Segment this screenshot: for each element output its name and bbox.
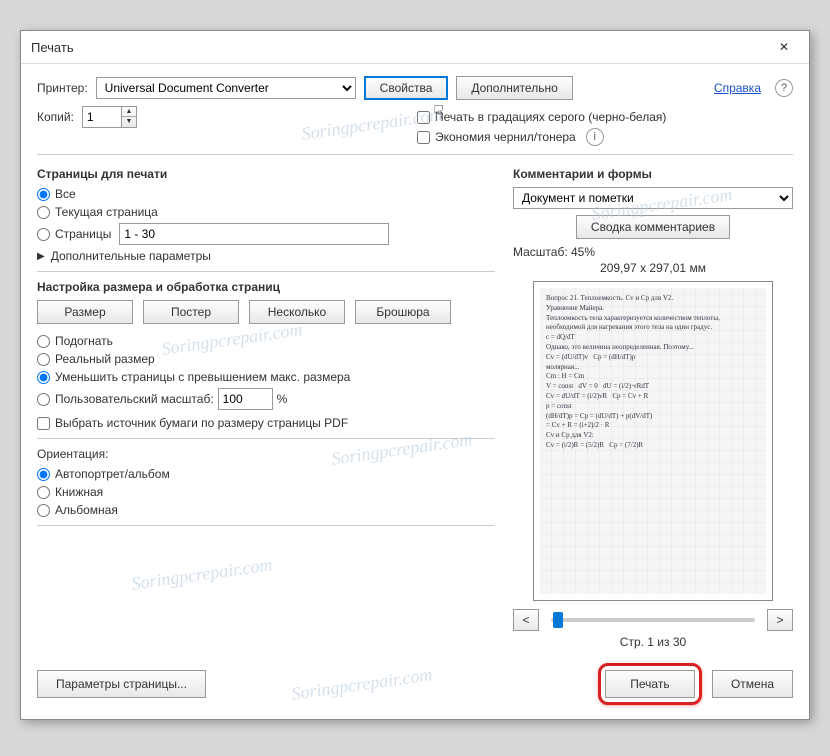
dialog-title: Печать xyxy=(31,40,769,55)
close-icon: ✕ xyxy=(779,40,789,54)
radio-portrait-label: Книжная xyxy=(55,485,103,499)
slider-thumb[interactable] xyxy=(553,612,563,628)
paper-source-label: Выбрать источник бумаги по размеру стран… xyxy=(55,416,348,430)
radio-pages[interactable] xyxy=(37,228,50,241)
custom-scale-input[interactable] xyxy=(218,388,273,410)
help-link[interactable]: Справка xyxy=(714,81,761,95)
comments-header: Комментарии и формы xyxy=(513,167,793,181)
radio-auto-label: Автопортрет/альбом xyxy=(55,467,170,481)
copies-spinner[interactable]: ▲ ▼ xyxy=(122,106,137,128)
size-button[interactable]: Размер xyxy=(37,300,133,324)
radio-current-label: Текущая страница xyxy=(55,205,158,219)
more-params-label: Дополнительные параметры xyxy=(51,249,211,263)
dimensions-label: 209,97 x 297,01 мм xyxy=(513,261,793,275)
next-page-button[interactable]: > xyxy=(767,609,793,631)
percent-label: % xyxy=(277,392,288,406)
paper-source-checkbox[interactable] xyxy=(37,417,50,430)
prev-page-button[interactable]: < xyxy=(513,609,539,631)
radio-auto-orient[interactable] xyxy=(37,468,50,481)
page-setup-button[interactable]: Параметры страницы... xyxy=(37,670,206,698)
orientation-label: Ориентация: xyxy=(37,447,495,461)
pages-header: Страницы для печати xyxy=(37,167,495,181)
preview-area: Вопрос 21. Теплоемкость. Cv и Cp для V2.… xyxy=(533,281,773,601)
printer-select[interactable]: Universal Document Converter xyxy=(96,77,356,99)
properties-button[interactable]: Свойства xyxy=(364,76,449,100)
scale-label: Масштаб: 45% xyxy=(513,245,793,259)
radio-fit[interactable] xyxy=(37,335,50,348)
cancel-button[interactable]: Отмена xyxy=(712,670,793,698)
print-button-highlight: Печать xyxy=(598,663,702,705)
pages-range-input[interactable] xyxy=(119,223,389,245)
chevron-up-icon[interactable]: ▲ xyxy=(122,107,136,117)
grayscale-checkbox[interactable] xyxy=(417,111,430,124)
more-params-expander[interactable]: ▶ Дополнительные параметры xyxy=(37,249,495,263)
radio-actual-label: Реальный размер xyxy=(55,352,155,366)
info-icon[interactable]: i xyxy=(586,128,604,146)
close-button[interactable]: ✕ xyxy=(769,37,799,57)
summary-button[interactable]: Сводка комментариев xyxy=(576,215,730,239)
page-indicator: Стр. 1 из 30 xyxy=(513,635,793,649)
radio-all-label: Все xyxy=(55,187,76,201)
poster-button[interactable]: Постер xyxy=(143,300,239,324)
radio-all[interactable] xyxy=(37,188,50,201)
ink-save-checkbox[interactable] xyxy=(417,131,430,144)
size-header: Настройка размера и обработка страниц xyxy=(37,280,495,294)
copies-input[interactable] xyxy=(82,106,122,128)
comments-select[interactable]: Документ и пометки xyxy=(513,187,793,209)
copies-label: Копий: xyxy=(37,110,74,124)
multiple-button[interactable]: Несколько xyxy=(249,300,345,324)
radio-shrink[interactable] xyxy=(37,371,50,384)
advanced-button[interactable]: Дополнительно xyxy=(456,76,572,100)
radio-portrait[interactable] xyxy=(37,486,50,499)
help-icon[interactable]: ? xyxy=(775,79,793,97)
radio-fit-label: Подогнать xyxy=(55,334,113,348)
chevron-down-icon[interactable]: ▼ xyxy=(122,117,136,127)
page-slider[interactable] xyxy=(551,618,755,622)
radio-shrink-label: Уменьшить страницы с превышением макс. р… xyxy=(55,370,350,384)
print-button[interactable]: Печать xyxy=(605,670,695,698)
triangle-right-icon: ▶ xyxy=(37,251,45,262)
print-dialog: Печать ✕ ☟ Soringpcrepair.com Soringpcre… xyxy=(20,30,810,720)
radio-custom-label: Пользовательский масштаб: xyxy=(55,392,214,406)
ink-save-label: Экономия чернил/тонера xyxy=(435,130,576,144)
booklet-button[interactable]: Брошюра xyxy=(355,300,451,324)
radio-current[interactable] xyxy=(37,206,50,219)
radio-actual[interactable] xyxy=(37,353,50,366)
radio-landscape-label: Альбомная xyxy=(55,503,118,517)
radio-pages-label: Страницы xyxy=(55,227,111,241)
preview-page: Вопрос 21. Теплоемкость. Cv и Cp для V2.… xyxy=(540,288,766,594)
radio-landscape[interactable] xyxy=(37,504,50,517)
grayscale-label: Печать в градациях серого (черно-белая) xyxy=(435,110,666,124)
titlebar: Печать ✕ xyxy=(21,31,809,64)
radio-custom[interactable] xyxy=(37,393,50,406)
printer-label: Принтер: xyxy=(37,81,88,95)
